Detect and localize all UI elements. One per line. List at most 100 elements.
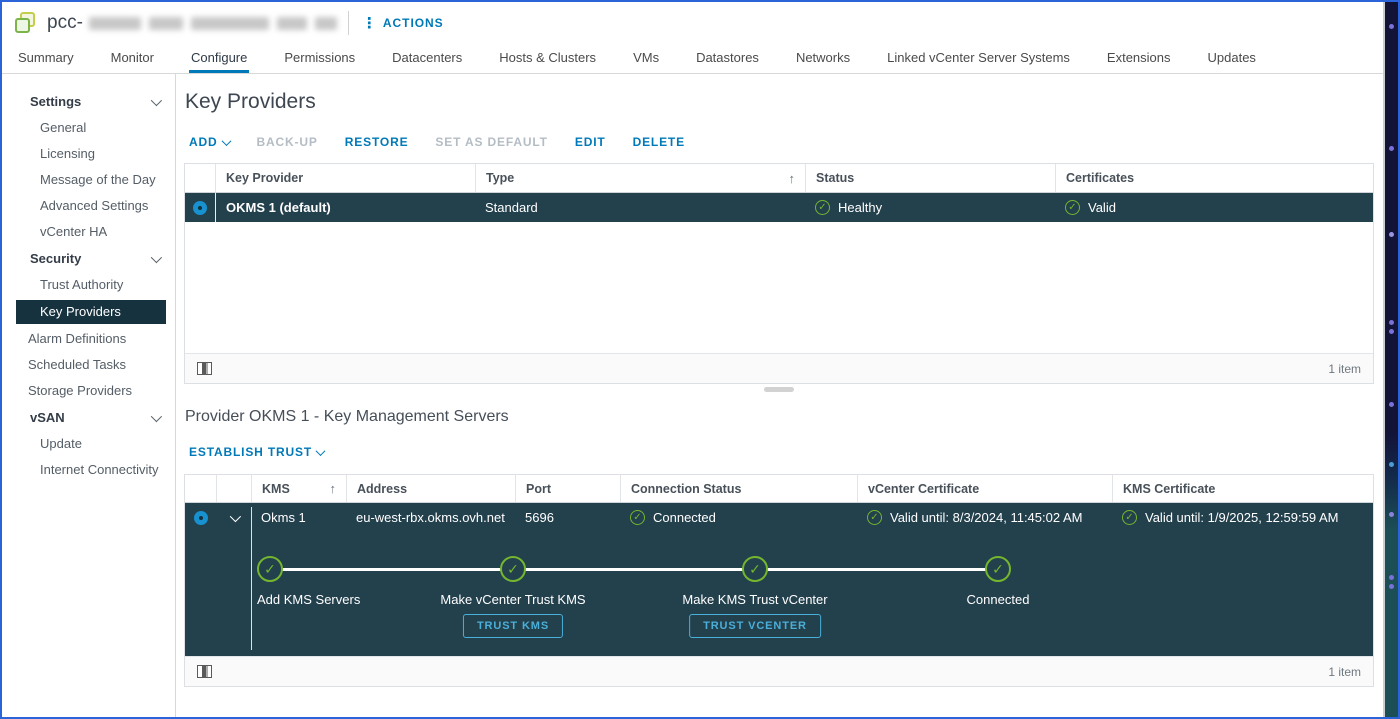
delete-button[interactable]: DELETE (633, 135, 685, 149)
column-header-connection-status[interactable]: Connection Status (620, 475, 857, 502)
tab-datastores[interactable]: Datastores (694, 44, 761, 73)
column-header-kms[interactable]: KMS ↑ (251, 475, 346, 502)
tab-networks[interactable]: Networks (794, 44, 852, 73)
cell-address: eu-west-rbx.okms.ovh.net (346, 503, 515, 532)
cell-key-provider: OKMS 1 (default) (215, 193, 475, 222)
resize-grip-icon (764, 387, 794, 392)
column-label: Port (526, 482, 551, 496)
valid-check-icon: ✓ (1065, 200, 1080, 215)
sidebar-item-key-providers[interactable]: Key Providers (16, 300, 166, 324)
tab-linked-vcenter[interactable]: Linked vCenter Server Systems (885, 44, 1072, 73)
restore-button[interactable]: RESTORE (345, 135, 409, 149)
column-header-vcenter-certificate[interactable]: vCenter Certificate (857, 475, 1112, 502)
column-header-key-provider[interactable]: Key Provider (215, 164, 475, 192)
table-row-okms1-kms[interactable]: Okms 1 eu-west-rbx.okms.ovh.net 5696 ✓ C… (185, 503, 1373, 532)
kms-row-block: Okms 1 eu-west-rbx.okms.ovh.net 5696 ✓ C… (185, 503, 1373, 656)
chevron-down-icon (151, 94, 162, 105)
sidebar-item-internet-connectivity[interactable]: Internet Connectivity (2, 457, 175, 483)
tab-vms[interactable]: VMs (631, 44, 661, 73)
cell-type: Standard (475, 193, 805, 222)
column-label: Key Provider (226, 171, 303, 185)
actions-label: ACTIONS (383, 16, 444, 30)
sidebar-item-advanced-settings[interactable]: Advanced Settings (2, 193, 175, 219)
step-complete-icon: ✓ (257, 556, 283, 582)
sidebar-item-vcenter-ha[interactable]: vCenter HA (2, 219, 175, 245)
chevron-down-icon (316, 446, 326, 456)
cell-status: ✓ Healthy (805, 193, 1055, 222)
object-tab-bar: Summary Monitor Configure Permissions Da… (2, 44, 1383, 74)
table-footer: 1 item (185, 656, 1373, 686)
step-label-make-vcenter-trust-kms: Make vCenter Trust KMS (393, 592, 633, 607)
column-header-type[interactable]: Type ↑ (475, 164, 805, 192)
column-settings-icon[interactable] (197, 665, 212, 678)
kms-certificate-text: Valid until: 1/9/2025, 12:59:59 AM (1145, 510, 1338, 525)
step-label-connected: Connected (878, 592, 1118, 607)
sidebar-item-general[interactable]: General (2, 115, 175, 141)
column-label: vCenter Certificate (868, 482, 979, 496)
sidebar-item-message-of-the-day[interactable]: Message of the Day (2, 167, 175, 193)
collapse-row-icon[interactable] (229, 510, 240, 521)
key-providers-table: Key Provider Type ↑ Status Certificates (184, 163, 1374, 384)
panel-resize-handle[interactable] (184, 384, 1374, 394)
sidebar-item-licensing[interactable]: Licensing (2, 141, 175, 167)
table-row-okms1[interactable]: OKMS 1 (default) Standard ✓ Healthy ✓ Va (185, 193, 1373, 222)
set-as-default-button[interactable]: SET AS DEFAULT (435, 135, 547, 149)
column-label: Address (357, 482, 407, 496)
column-header-status[interactable]: Status (805, 164, 1055, 192)
desktop-background-strip (1383, 2, 1398, 717)
object-header: pcc- ⋮ ACTIONS (2, 2, 1383, 44)
add-button[interactable]: ADD (189, 135, 230, 149)
tab-permissions[interactable]: Permissions (282, 44, 357, 73)
sidebar-section-settings[interactable]: Settings (2, 88, 175, 115)
column-header-port[interactable]: Port (515, 475, 620, 502)
step-label-make-kms-trust-vcenter: Make KMS Trust vCenter (635, 592, 875, 607)
sidebar-item-update[interactable]: Update (2, 431, 175, 457)
cell-kms: Okms 1 (251, 503, 346, 532)
tab-hosts-clusters[interactable]: Hosts & Clusters (497, 44, 598, 73)
vcenter-certificate-text: Valid until: 8/3/2024, 11:45:02 AM (890, 510, 1083, 525)
app-area: pcc- ⋮ ACTIONS Summary Monitor Configure… (2, 2, 1383, 717)
section-title-key-providers: Key Providers (185, 90, 1374, 114)
status-text: Healthy (838, 200, 882, 215)
row-radio-selected[interactable] (193, 201, 207, 215)
table-footer: 1 item (185, 353, 1373, 383)
step-complete-icon: ✓ (985, 556, 1011, 582)
vsphere-client-window: pcc- ⋮ ACTIONS Summary Monitor Configure… (0, 0, 1400, 719)
sidebar-section-vsan[interactable]: vSAN (2, 404, 175, 431)
sidebar-item-scheduled-tasks[interactable]: Scheduled Tasks (2, 352, 175, 378)
tab-monitor[interactable]: Monitor (109, 44, 156, 73)
page-title: pcc- (47, 12, 337, 34)
column-label: KMS Certificate (1123, 482, 1215, 496)
back-up-button[interactable]: BACK-UP (257, 135, 318, 149)
trust-kms-button[interactable]: TRUST KMS (463, 614, 563, 638)
step-complete-icon: ✓ (742, 556, 768, 582)
tab-datacenters[interactable]: Datacenters (390, 44, 464, 73)
establish-trust-button[interactable]: ESTABLISH TRUST (189, 445, 324, 459)
column-header-certificates[interactable]: Certificates (1055, 164, 1373, 192)
sidebar-section-label: Settings (30, 94, 81, 109)
tab-summary[interactable]: Summary (16, 44, 76, 73)
tab-extensions[interactable]: Extensions (1105, 44, 1173, 73)
sidebar-item-trust-authority[interactable]: Trust Authority (2, 272, 175, 298)
sort-ascending-icon: ↑ (789, 171, 796, 186)
tab-updates[interactable]: Updates (1206, 44, 1258, 73)
sidebar-section-security[interactable]: Security (2, 245, 175, 272)
sidebar-item-storage-providers[interactable]: Storage Providers (2, 378, 175, 404)
actions-button[interactable]: ⋮ ACTIONS (362, 16, 444, 31)
trust-vcenter-button[interactable]: TRUST VCENTER (689, 614, 821, 638)
chevron-down-icon (151, 410, 162, 421)
cell-vcenter-certificate: ✓ Valid until: 8/3/2024, 11:45:02 AM (857, 503, 1112, 532)
sidebar-item-alarm-definitions[interactable]: Alarm Definitions (2, 326, 175, 352)
column-label: Certificates (1066, 171, 1134, 185)
header-divider (348, 11, 349, 35)
column-header-address[interactable]: Address (346, 475, 515, 502)
tab-configure[interactable]: Configure (189, 44, 249, 73)
edit-button[interactable]: EDIT (575, 135, 606, 149)
column-header-kms-certificate[interactable]: KMS Certificate (1112, 475, 1373, 502)
sidebar-section-label: Security (30, 251, 81, 266)
redacted-object-name (89, 17, 337, 30)
add-button-label: ADD (189, 135, 218, 149)
row-radio-selected[interactable] (194, 511, 208, 525)
step-label-add-kms-servers: Add KMS Servers (257, 592, 360, 607)
column-settings-icon[interactable] (197, 362, 212, 375)
